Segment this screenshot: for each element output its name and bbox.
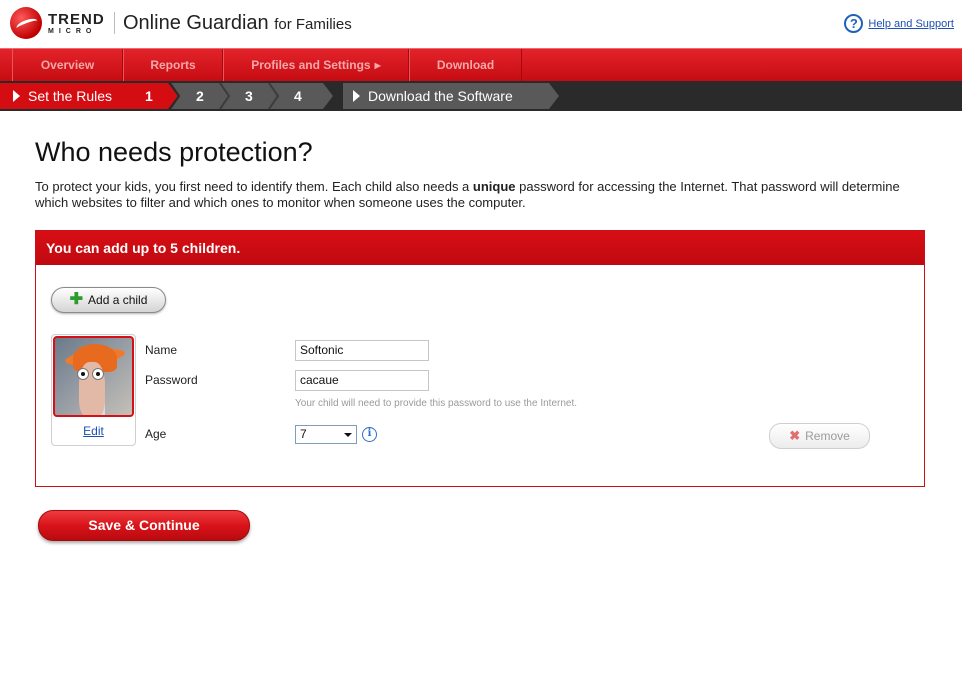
password-hint: Your child will need to provide this pas… <box>295 398 578 409</box>
avatar-eye-left <box>77 368 89 380</box>
name-label: Name <box>145 343 178 357</box>
header-divider <box>114 12 115 34</box>
age-label: Age <box>145 427 167 441</box>
step-download-the-software[interactable]: Download the Software <box>368 88 513 104</box>
product-suffix: for Families <box>274 16 352 33</box>
chevron-right-icon: ▶ <box>374 61 381 70</box>
chevron-down-icon <box>344 433 352 437</box>
child-avatar-image[interactable] <box>53 336 134 417</box>
close-icon: ✖ <box>789 428 801 443</box>
product-title: Online Guardian for Families <box>123 12 352 35</box>
intro-text-start: To protect your kids, you first need to … <box>35 179 473 194</box>
nav-tab-label: Download <box>436 58 495 72</box>
logo-trend: TREND <box>48 10 105 28</box>
info-icon[interactable]: i <box>362 427 377 442</box>
step-set-the-rules-label: Set the Rules <box>28 88 113 104</box>
edit-avatar-link[interactable]: Edit <box>52 424 135 438</box>
add-child-button[interactable]: ✚ Add a child <box>51 287 166 313</box>
help-and-support-link[interactable]: Help and Support <box>868 18 954 30</box>
plus-icon: ✚ <box>69 291 84 308</box>
password-input[interactable]: cacaue <box>295 370 429 391</box>
step-4[interactable]: 4 <box>294 88 302 104</box>
help-area: ? Help and Support <box>844 14 954 33</box>
wizard-steps-bar: Set the Rules 1 2 3 4 Download the Softw… <box>0 81 962 111</box>
nav-tab-overview[interactable]: Overview <box>12 49 123 81</box>
nav-tab-label: Overview <box>40 58 95 72</box>
age-select[interactable]: 7 <box>295 425 357 444</box>
avatar-eye-right <box>92 368 104 380</box>
intro-text-bold: unique <box>472 179 516 194</box>
product-name: Online Guardian <box>123 12 269 34</box>
app-header: TREND MICRO Online Guardian for Families… <box>0 0 962 48</box>
trend-micro-ball-icon <box>10 7 42 39</box>
save-and-continue-button[interactable]: Save & Continue <box>38 510 250 541</box>
nav-tab-reports[interactable]: Reports <box>123 49 223 81</box>
password-label: Password <box>145 373 198 387</box>
page-title: Who needs protection? <box>35 137 313 167</box>
child-avatar-card: Edit <box>51 334 136 446</box>
intro-text: To protect your kids, you first need to … <box>35 179 930 211</box>
step-3[interactable]: 3 <box>245 88 253 104</box>
main-nav: Overview Reports Profiles and Settings ▶ … <box>0 48 962 81</box>
logo-micro: MICRO <box>48 27 97 35</box>
step-1[interactable]: 1 <box>145 88 153 104</box>
nav-tab-download[interactable]: Download <box>409 49 522 81</box>
nav-tab-label: Reports <box>150 58 196 72</box>
remove-label: Remove <box>805 429 850 443</box>
children-panel: You can add up to 5 children. ✚ Add a ch… <box>35 230 925 487</box>
step-arrow-icon <box>13 90 20 102</box>
step-arrow-icon <box>353 90 360 102</box>
logo-wordmark: TREND MICRO <box>48 12 105 35</box>
trend-micro-logo[interactable]: TREND MICRO <box>10 7 105 39</box>
step-2[interactable]: 2 <box>196 88 204 104</box>
name-input[interactable]: Softonic <box>295 340 429 361</box>
add-child-label: Add a child <box>88 293 148 307</box>
nav-tab-profiles-and-settings[interactable]: Profiles and Settings ▶ <box>223 49 409 81</box>
nav-tab-label: Profiles and Settings <box>251 58 371 72</box>
remove-child-button[interactable]: ✖ Remove <box>769 423 870 449</box>
children-panel-header: You can add up to 5 children. <box>36 231 924 265</box>
help-question-icon[interactable]: ? <box>844 14 864 33</box>
age-select-value: 7 <box>300 427 307 441</box>
